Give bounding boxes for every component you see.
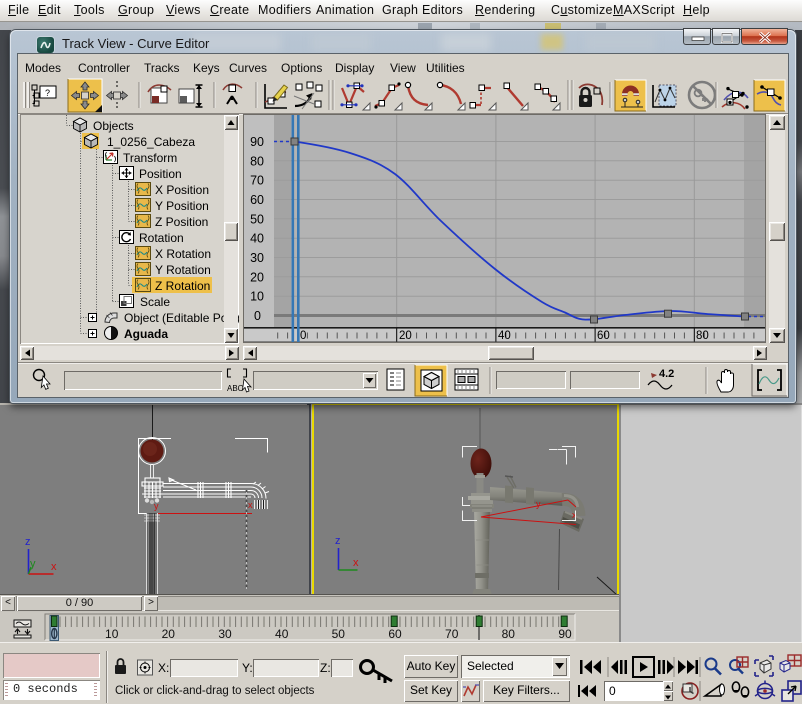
svg-text:x: x xyxy=(353,557,359,569)
svg-text:z: z xyxy=(335,535,341,547)
svg-text:x: x xyxy=(51,561,57,573)
svg-text:40: 40 xyxy=(250,232,264,246)
svg-text:50: 50 xyxy=(250,212,264,226)
svg-text:z: z xyxy=(25,536,31,548)
svg-text:20: 20 xyxy=(250,270,264,284)
svg-text:x: x xyxy=(248,500,253,510)
svg-text:40: 40 xyxy=(275,627,289,641)
svg-text:90: 90 xyxy=(558,627,572,641)
svg-text:80: 80 xyxy=(250,154,264,168)
svg-text:80: 80 xyxy=(502,627,516,641)
svg-text:y: y xyxy=(536,499,541,509)
svg-text:x: x xyxy=(572,510,577,520)
svg-text:10: 10 xyxy=(250,290,264,304)
svg-text:20: 20 xyxy=(162,627,176,641)
svg-text:ABC: ABC xyxy=(227,384,244,393)
svg-text:30: 30 xyxy=(218,627,232,641)
svg-text:30: 30 xyxy=(250,251,264,265)
svg-text:70: 70 xyxy=(250,174,264,188)
svg-text:0: 0 xyxy=(300,330,306,342)
svg-text:70: 70 xyxy=(445,627,459,641)
svg-text:60: 60 xyxy=(597,330,610,342)
svg-text:50: 50 xyxy=(332,627,346,641)
svg-text:40: 40 xyxy=(498,330,511,342)
svg-text:y: y xyxy=(154,501,159,511)
svg-text:0: 0 xyxy=(254,309,261,323)
svg-text:80: 80 xyxy=(696,330,709,342)
svg-text:10: 10 xyxy=(105,627,119,641)
svg-text:60: 60 xyxy=(250,193,264,207)
svg-text:?: ? xyxy=(45,88,50,98)
svg-text:4.2: 4.2 xyxy=(659,368,674,380)
svg-text:60: 60 xyxy=(388,627,402,641)
svg-text:20: 20 xyxy=(399,330,412,342)
svg-text:90: 90 xyxy=(250,135,264,149)
